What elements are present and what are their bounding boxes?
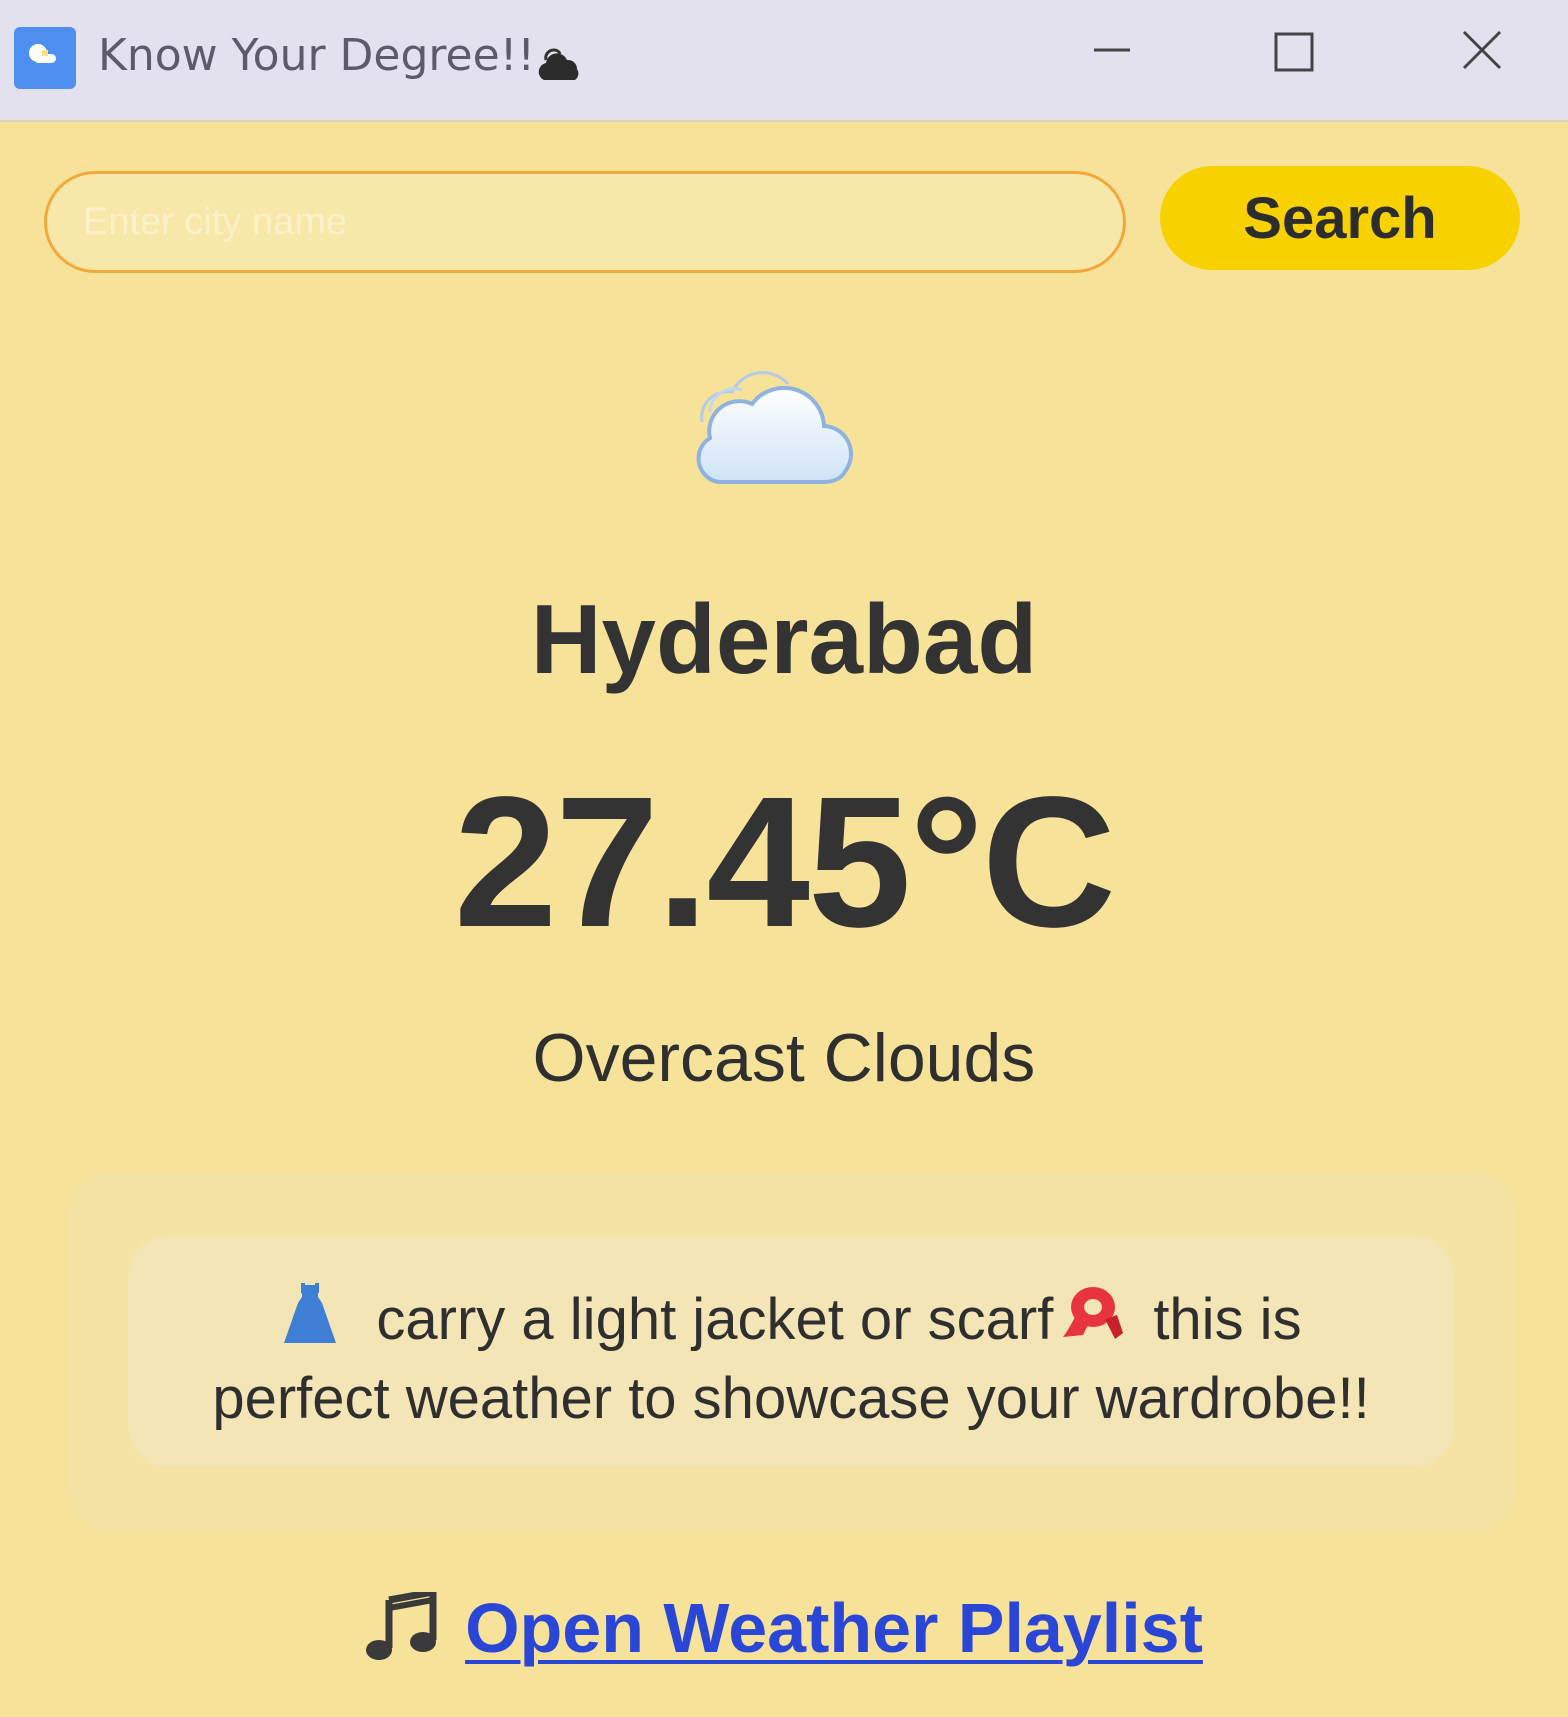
playlist-row: Open Weather Playlist [0,1592,1568,1663]
close-icon [1462,30,1502,70]
music-note-icon [366,1592,437,1660]
weather-condition: Overcast Clouds [532,1020,1036,1096]
advice-line-2: perfect weather to showcase your wardrob… [212,1366,1370,1431]
search-button[interactable]: Search [1160,166,1520,270]
close-button[interactable] [1442,18,1522,98]
dress-icon [284,1283,337,1343]
city-name: Hyderabad [530,584,1038,694]
app-logo-icon [14,27,76,89]
overcast-cloud-icon [696,371,854,484]
temperature-value: 27.45°C [453,759,1116,966]
city-search-input[interactable] [44,171,1126,273]
minimize-button[interactable] [1072,18,1152,98]
advice-text-1-tail: this is [1153,1287,1302,1352]
cloud-emoji-icon [538,48,579,80]
title-bar: Know Your Degree!! [0,0,1568,122]
scarf-icon [1063,1287,1124,1339]
open-weather-playlist-link[interactable]: Open Weather Playlist [465,1589,1203,1667]
advice-text-1: carry a light jacket or scarf [376,1287,1054,1352]
maximize-icon [1274,32,1314,72]
maximize-button[interactable] [1254,18,1334,98]
app-window: Know Your Degree!! Search [0,0,1568,1717]
minimize-icon [1094,48,1130,52]
window-title: Know Your Degree!! [98,30,535,81]
advice-line-1: carry a light jacket or scarf this is [128,1283,1454,1349]
